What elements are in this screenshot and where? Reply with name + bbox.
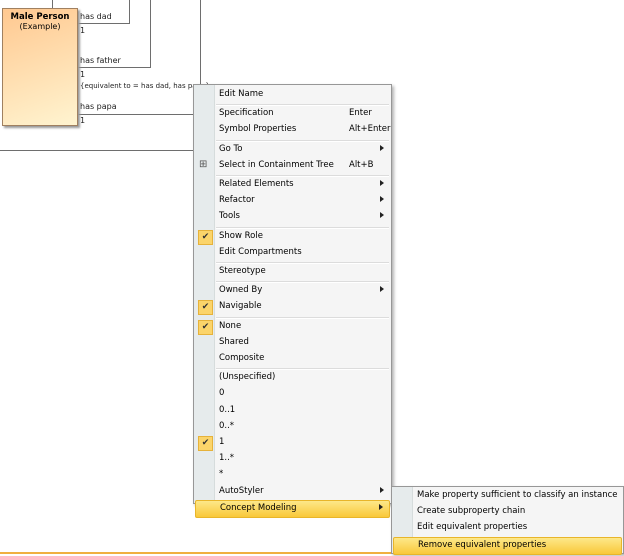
menu-item-label: * (219, 469, 224, 480)
checkmark-icon: ✔ (198, 436, 213, 451)
context-menu: Edit Name Specification Enter Symbol Proper… (193, 84, 392, 518)
menu-item-refactor[interactable]: Refactor (195, 193, 390, 209)
menu-item-select-in-containment-tree[interactable]: ⊞ Select in Containment Tree Alt+B (195, 158, 390, 174)
menu-item-specification[interactable]: Specification Enter (195, 106, 390, 122)
association-line[interactable] (78, 114, 194, 115)
class-stereotype: (Example) (19, 22, 61, 31)
class-name: Male Person (10, 12, 70, 22)
menu-item-label: Create subproperty chain (417, 506, 526, 517)
menu-item-label: Go To (219, 143, 243, 154)
menu-item-label: Edit Compartments (219, 246, 302, 257)
submenu-arrow-icon (380, 144, 384, 151)
menu-item-label: Owned By (219, 285, 263, 296)
menu-item-label: Concept Modeling (220, 502, 297, 513)
submenu-arrow-icon (380, 286, 384, 293)
role-label[interactable]: has dad (80, 12, 112, 21)
association-line[interactable] (150, 0, 151, 68)
class-male-person[interactable]: Male Person (Example) (2, 8, 78, 126)
checkmark-icon: ✔ (198, 229, 213, 245)
menu-item-0-1[interactable]: 0..1 (195, 403, 390, 419)
role-label[interactable]: has father (80, 56, 121, 65)
menu-item-concept-modeling[interactable]: Concept Modeling (195, 499, 390, 518)
menu-item-label: Tools (219, 211, 240, 222)
menu-item-label: 0..* (219, 420, 235, 431)
menu-item-[interactable]: * (195, 467, 390, 483)
shortcut-label: Enter (349, 108, 372, 119)
menu-item-label: Composite (219, 353, 265, 363)
menu-item-owned-by[interactable]: Owned By (195, 283, 390, 299)
checkmark-icon: ✔ (198, 300, 213, 316)
multiplicity-label[interactable]: 1 (80, 26, 85, 35)
shortcut-label: Alt+Enter (349, 124, 391, 135)
menu-item-label: Symbol Properties (219, 124, 297, 135)
menu-item-create-subproperty-chain[interactable]: Create subproperty chain (393, 504, 622, 520)
association-line[interactable] (200, 0, 201, 85)
multiplicity-label[interactable]: 1 (80, 116, 85, 125)
menu-item-label: Related Elements (219, 179, 294, 189)
menu-item-label: Shared (219, 336, 249, 347)
menu-item-label: Refactor (219, 195, 255, 206)
menu-item-shared[interactable]: Shared (195, 335, 390, 351)
menu-item-label: Stereotype (219, 266, 266, 276)
menu-item-label: Remove equivalent properties (418, 539, 547, 550)
menu-item-label: Edit equivalent properties (417, 522, 528, 533)
menu-item-show-role[interactable]: ✔ Show Role (195, 229, 390, 245)
submenu-arrow-icon (380, 212, 384, 219)
containment-tree-icon: ⊞ (199, 158, 208, 170)
association-line[interactable] (78, 23, 130, 24)
menu-item-label: Select in Containment Tree (219, 159, 334, 170)
menu-item-label: Specification (219, 108, 274, 119)
menu-item-navigable[interactable]: ✔ Navigable (195, 299, 390, 316)
menu-item-symbol-properties[interactable]: Symbol Properties Alt+Enter (195, 122, 390, 138)
submenu-arrow-icon (380, 486, 384, 493)
menu-item-edit-equivalent-properties[interactable]: Edit equivalent properties (393, 520, 622, 536)
menu-item-composite[interactable]: Composite (195, 351, 390, 367)
checkmark-icon: ✔ (198, 319, 213, 335)
menu-item-remove-equivalent-properties[interactable]: Remove equivalent properties (393, 536, 622, 555)
submenu-arrow-icon (380, 180, 384, 186)
menu-item-related-elements[interactable]: Related Elements (195, 177, 390, 193)
menu-item-edit-name[interactable]: Edit Name (195, 87, 390, 103)
submenu-arrow-icon (379, 503, 383, 510)
menu-item-label: (Unspecified) (219, 372, 276, 383)
menu-item-label: Show Role (219, 230, 263, 241)
multiplicity-label[interactable]: 1 (80, 70, 85, 79)
association-line[interactable] (52, 0, 53, 8)
role-label[interactable]: has papa (80, 102, 117, 111)
boundary-line (0, 150, 194, 151)
menu-item-1[interactable]: ✔ 1 (195, 435, 390, 451)
menu-item-edit-compartments[interactable]: Edit Compartments (195, 245, 390, 261)
submenu-arrow-icon (380, 196, 384, 203)
association-line[interactable] (78, 67, 151, 68)
menu-item-label: 1 (219, 437, 225, 447)
menu-item-0[interactable]: 0..* (195, 419, 390, 435)
menu-item-autostyler[interactable]: AutoStyler (195, 484, 390, 500)
menu-item-tools[interactable]: Tools (195, 209, 390, 225)
menu-item-1[interactable]: 1..* (195, 451, 390, 467)
constraint-label[interactable]: {equivalent to = has dad, has papa} (80, 82, 210, 90)
menu-item-label: Edit Name (219, 89, 264, 99)
shortcut-label: Alt+B (349, 159, 374, 170)
concept-modeling-submenu: Make property sufficient to classify an … (391, 486, 624, 555)
menu-item-0[interactable]: 0 (195, 386, 390, 402)
menu-item-make-property-sufficient-to-classify-an-instance[interactable]: Make property sufficient to classify an … (393, 488, 622, 504)
menu-item-label: 0..1 (219, 404, 236, 415)
association-line[interactable] (129, 0, 130, 24)
menu-item-stereotype[interactable]: Stereotype (195, 264, 390, 280)
menu-item-label: 1..* (219, 453, 235, 464)
menu-item-label: 0 (219, 388, 225, 399)
menu-item-label: Make property sufficient to classify an … (417, 490, 618, 500)
menu-item-none[interactable]: ✔ None (195, 319, 390, 335)
menu-item-label: Navigable (219, 301, 262, 312)
menu-item-go-to[interactable]: Go To (195, 142, 390, 158)
menu-item-unspecified[interactable]: (Unspecified) (195, 370, 390, 386)
menu-item-label: None (219, 320, 242, 331)
menu-item-label: AutoStyler (219, 485, 264, 496)
